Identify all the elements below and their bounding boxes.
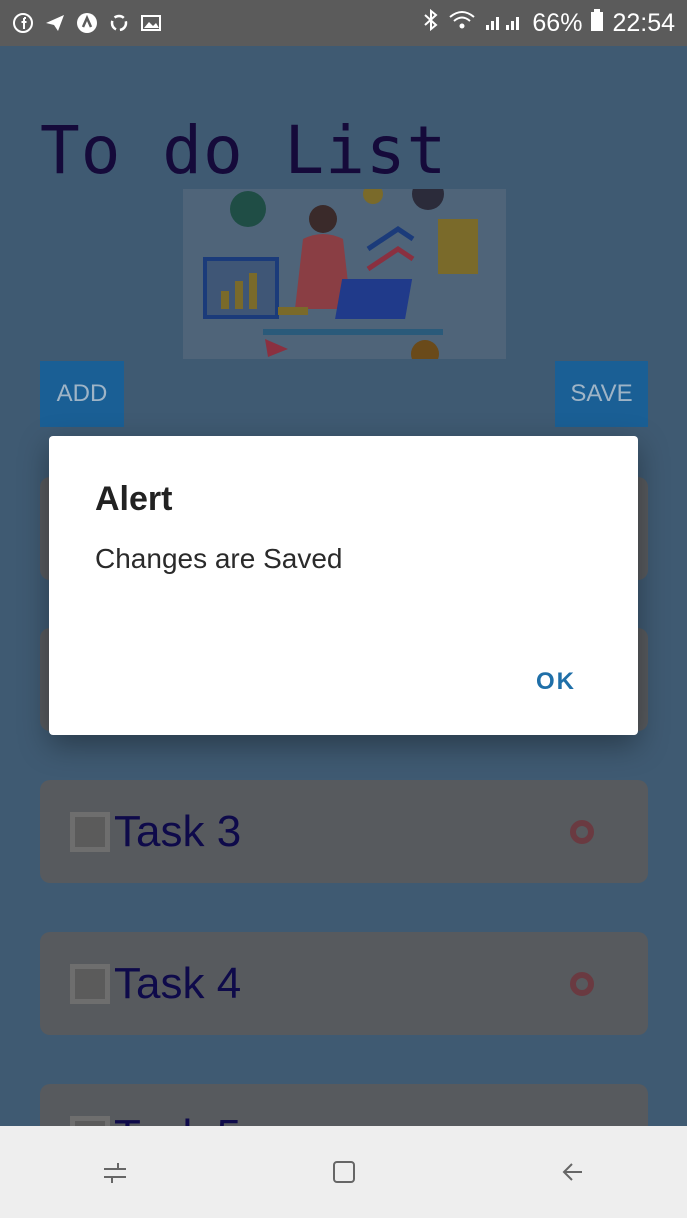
list-item[interactable]: Task 4 xyxy=(40,932,648,1035)
dialog-title: Alert xyxy=(95,480,173,518)
dialog-message: Changes are Saved xyxy=(95,543,343,574)
alert-dialog: Alert Changes are Saved OK xyxy=(49,436,638,735)
battery-icon xyxy=(590,8,604,39)
task-checkbox[interactable] xyxy=(70,963,110,1004)
hero-illustration xyxy=(183,189,506,359)
delete-dot-icon[interactable] xyxy=(570,971,594,996)
add-button[interactable]: ADD xyxy=(40,361,124,427)
system-nav-bar xyxy=(0,1126,687,1218)
back-icon[interactable] xyxy=(543,1142,603,1202)
app-icon xyxy=(76,12,98,34)
status-left-icons xyxy=(12,12,162,34)
status-bar: 66% 22:54 xyxy=(0,0,687,46)
list-item[interactable]: Task 3 xyxy=(40,780,648,883)
wifi-icon xyxy=(448,9,476,38)
save-button[interactable]: SAVE xyxy=(555,361,648,427)
recents-icon[interactable] xyxy=(85,1142,145,1202)
page-title: To do List xyxy=(40,112,448,189)
home-icon[interactable] xyxy=(314,1142,374,1202)
clock: 22:54 xyxy=(612,8,675,37)
status-right: 66% 22:54 xyxy=(422,8,675,39)
ok-button[interactable]: OK xyxy=(536,668,576,696)
bluetooth-icon xyxy=(422,8,440,39)
task-checkbox[interactable] xyxy=(70,811,110,852)
delete-dot-icon[interactable] xyxy=(570,819,594,844)
image-icon xyxy=(140,12,162,34)
task-label: Task 4 xyxy=(114,958,242,1008)
telegram-icon xyxy=(44,12,66,34)
facebook-icon xyxy=(12,12,34,34)
sync-icon xyxy=(108,12,130,34)
task-label: Task 3 xyxy=(114,806,242,856)
signal-icon xyxy=(484,9,524,38)
battery-percent: 66% xyxy=(532,8,583,37)
